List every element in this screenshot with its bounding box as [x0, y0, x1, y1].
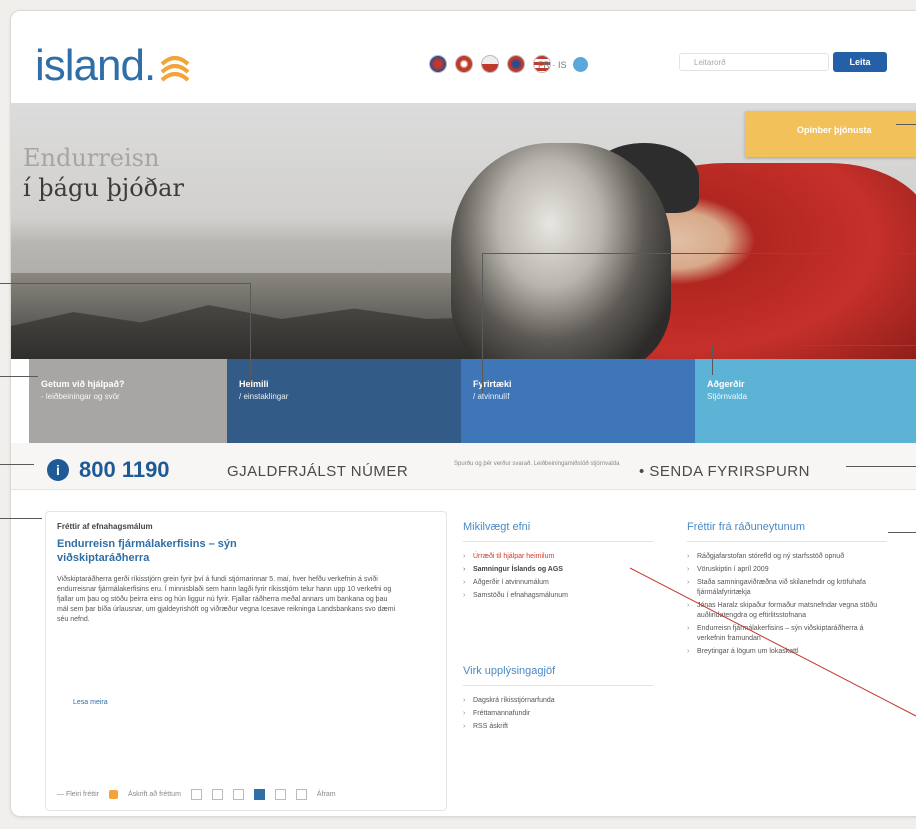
next-page-link[interactable]: Áfram [317, 791, 336, 798]
callout-line [0, 464, 34, 465]
tile-help-sub: - leiðbeiningar og svör [41, 392, 120, 401]
info-column: Virk upplýsingagjöf Dagskrá ríkisstjórna… [463, 665, 653, 735]
important-item[interactable]: Samningur Íslands og AGS [463, 565, 653, 575]
important-column: Mikilvægt efni Úrræði til hjálpar heimil… [463, 521, 653, 604]
news-body: Viðskiptaráðherra gerði ríkisstjórn grei… [57, 576, 396, 623]
callout-line [0, 283, 250, 284]
page-frame: island. FR · IS Leitarorð Leita Endurrei… [10, 10, 916, 817]
important-divider [463, 541, 653, 542]
info-title: Virk upplýsingagjöf [463, 665, 556, 677]
callout-line [0, 518, 42, 519]
callout-line [896, 124, 916, 125]
news-headline[interactable]: Endurreisn fjármálakerfisins – sýn viðsk… [57, 537, 317, 565]
callout-line [846, 466, 916, 467]
info-item[interactable]: Fréttamannafundir [463, 709, 653, 719]
site-logo[interactable]: island. [35, 41, 192, 91]
language-flags [429, 55, 551, 73]
callout-line [712, 345, 916, 346]
news-footer: — Fleiri fréttir Áskrift að fréttum Áfra… [57, 789, 336, 800]
important-title: Mikilvægt efni [463, 521, 531, 533]
flag-norway-icon[interactable] [507, 55, 525, 73]
accessibility-icon[interactable] [572, 57, 588, 72]
more-news-link[interactable]: — Fleiri fréttir [57, 791, 99, 798]
public-services-button[interactable]: Opinber þjónusta [745, 111, 916, 157]
category-tiles: Getum við hjálpað? - leiðbeiningar og sv… [29, 359, 916, 443]
flag-denmark-icon[interactable] [455, 55, 473, 73]
page-1-button[interactable] [190, 789, 202, 800]
tile-business-sub: / atvinnulíf [473, 392, 510, 401]
hero-dog [451, 143, 671, 359]
search-input[interactable]: Leitarorð [679, 53, 829, 71]
info-item[interactable]: RSS áskrift [463, 722, 653, 732]
hero-title-line1: Endurreisn [23, 144, 160, 172]
tile-homes[interactable]: Heimili / einstaklingar [227, 359, 461, 443]
tile-business-title: Fyrirtæki [473, 379, 512, 389]
read-more-link[interactable]: Lesa meira [73, 699, 108, 706]
callout-line [482, 253, 483, 393]
page-5-button[interactable] [274, 789, 286, 800]
tile-help-title: Getum við hjálpað? [41, 379, 125, 389]
callout-line [712, 345, 713, 375]
tile-actions-sub: Stjórnvalda [707, 392, 748, 401]
important-item[interactable]: Samstöðu í efnahagsmálunum [463, 591, 653, 601]
page-3-button[interactable] [232, 789, 244, 800]
flag-uk-icon[interactable] [429, 55, 447, 73]
ministry-title: Fréttir frá ráðuneytunum [687, 521, 805, 533]
tile-business[interactable]: Fyrirtæki / atvinnulíf [461, 359, 695, 443]
ministry-item[interactable]: Vöruskiptin í apríl 2009 [687, 565, 887, 575]
tile-homes-title: Heimili [239, 379, 269, 389]
logo-mark-icon [158, 45, 192, 82]
ministry-item[interactable]: Endurreisn fjármálakerfisins – sýn viðsk… [687, 624, 887, 644]
logo-text: island. [35, 41, 156, 90]
ministry-item[interactable]: Staða samningaviðræðna við skilanefndir … [687, 578, 887, 598]
important-item[interactable]: Úrræði til hjálpar heimilum [463, 552, 653, 562]
page-2-button[interactable] [211, 789, 223, 800]
toll-free-label: GJALDFRJÁLST NÚMER [227, 463, 409, 480]
news-section-label: Fréttir af efnahagsmálum [57, 522, 153, 531]
hero-title: Endurreisn í þágu þjóðar [23, 143, 184, 203]
tile-help[interactable]: Getum við hjálpað? - leiðbeiningar og sv… [29, 359, 227, 443]
hero-title-line2: í þágu þjóðar [23, 174, 184, 202]
info-item[interactable]: Dagskrá ríkisstjórnarfunda [463, 696, 653, 706]
important-item[interactable]: Aðgerðir í atvinnumálum [463, 578, 653, 588]
tile-actions-title: Aðgerðir [707, 379, 745, 389]
ministry-item[interactable]: Ráðgjafarstofan stórefld og ný starfsstö… [687, 552, 887, 562]
lang-switch[interactable]: FR · IS [538, 57, 588, 72]
ministry-item[interactable]: Jónas Haralz skipaður formaður matsnefnd… [687, 601, 887, 621]
tile-actions[interactable]: Aðgerðir Stjórnvalda [695, 359, 916, 443]
callout-line [0, 376, 38, 377]
ministry-column: Fréttir frá ráðuneytunum Ráðgjafarstofan… [687, 521, 887, 660]
phone-number[interactable]: 800 1190 [79, 457, 170, 483]
page-4-button[interactable] [253, 789, 265, 800]
info-divider [463, 685, 653, 686]
callout-line [250, 283, 251, 389]
page-6-button[interactable] [295, 789, 307, 800]
ministry-item[interactable]: Breytingar á lögum um lokaskattl [687, 647, 887, 657]
ministry-divider [687, 541, 887, 542]
tile-homes-sub: / einstaklingar [239, 392, 289, 401]
info-icon: i [47, 459, 69, 481]
callout-line [482, 253, 916, 254]
rss-icon[interactable] [109, 790, 118, 799]
rss-subscribe-link[interactable]: Áskrift að fréttum [128, 791, 181, 798]
flag-poland-icon[interactable] [481, 55, 499, 73]
send-inquiry-link[interactable]: • SENDA FYRIRSPURN [639, 463, 810, 480]
contact-description: Spurðu og þér verður svarað. Leiðbeining… [454, 461, 620, 467]
public-services-label: Opinber þjónusta [797, 125, 872, 135]
callout-line [888, 532, 916, 533]
search-button[interactable]: Leita [833, 52, 887, 72]
lang-links[interactable]: FR · IS [538, 60, 567, 70]
